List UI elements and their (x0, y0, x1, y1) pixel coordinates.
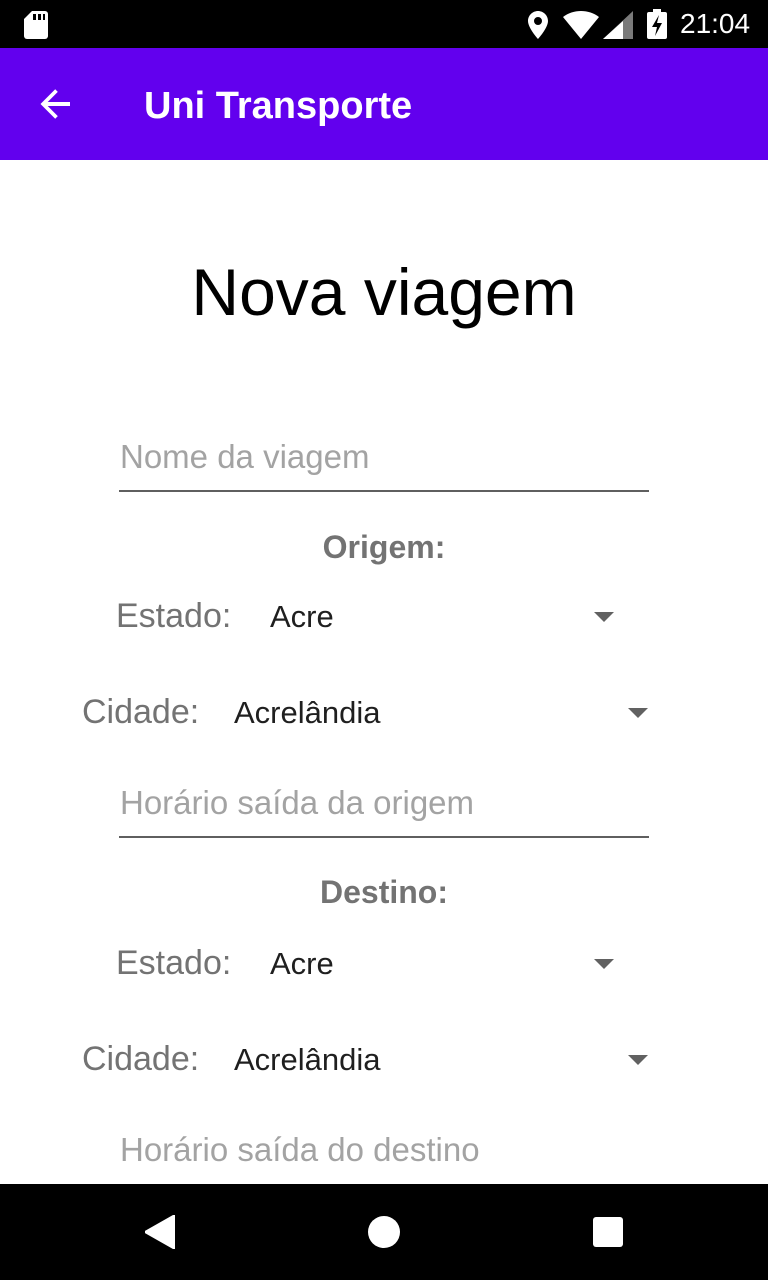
chevron-down-icon (594, 959, 614, 969)
origin-departure-time-field (119, 778, 649, 838)
destination-city-label: Cidade: (82, 1040, 200, 1078)
app-title: Uni Transporte (144, 85, 413, 127)
destination-city-value: Acrelândia (234, 1042, 381, 1077)
arrow-back-icon[interactable] (36, 84, 76, 124)
chevron-down-icon (628, 708, 648, 718)
destination-departure-time-input[interactable] (119, 1125, 649, 1183)
origin-city-label: Cidade: (82, 693, 200, 731)
destination-section-label: Destino: (320, 874, 448, 910)
clock: 21:04 (680, 8, 751, 39)
origin-state-spinner[interactable]: Acre (256, 585, 636, 649)
page-title: Nova viagem (191, 255, 577, 329)
nav-recents-icon[interactable] (593, 1217, 623, 1247)
status-bar: 21:04 (0, 0, 768, 48)
trip-name-field (119, 432, 649, 492)
destination-city-spinner[interactable]: Acrelândia (222, 1028, 672, 1092)
wifi-icon (563, 11, 599, 39)
origin-state-label: Estado: (116, 597, 232, 635)
nav-home-icon[interactable] (368, 1216, 400, 1248)
trip-name-input[interactable] (119, 432, 649, 490)
chevron-down-icon (594, 612, 614, 622)
app-bar: Uni Transporte (0, 48, 768, 160)
origin-section-label: Origem: (322, 529, 446, 565)
origin-departure-time-input[interactable] (119, 778, 649, 836)
screen: 21:04 Uni Transporte Nova viagem Origem:… (0, 0, 768, 1280)
signal-icon (603, 11, 633, 39)
chevron-down-icon (628, 1055, 648, 1065)
destination-departure-time-field (119, 1125, 649, 1185)
battery-charging-icon (647, 9, 667, 39)
origin-city-value: Acrelândia (234, 695, 381, 730)
destination-state-spinner[interactable]: Acre (256, 932, 636, 996)
origin-city-spinner[interactable]: Acrelândia (222, 681, 672, 745)
destination-state-label: Estado: (116, 944, 232, 982)
nav-back-icon[interactable] (145, 1215, 175, 1249)
location-icon (528, 11, 548, 39)
destination-state-value: Acre (270, 946, 334, 981)
navigation-bar (0, 1184, 768, 1280)
origin-state-value: Acre (270, 599, 334, 634)
sd-card-icon (24, 11, 48, 39)
